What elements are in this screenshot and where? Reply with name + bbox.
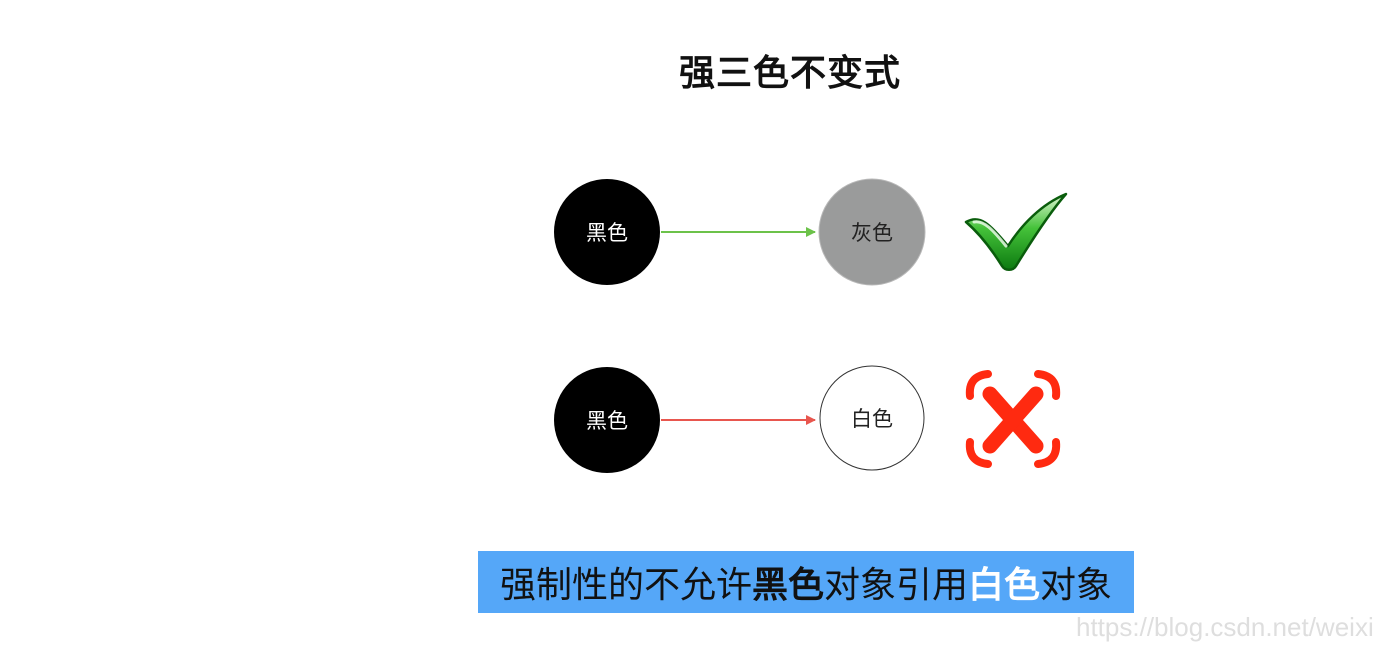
check-icon: [964, 192, 1068, 271]
caption-part3: 对象: [1040, 565, 1113, 606]
caption-black: 黑色: [751, 565, 824, 606]
caption-part1: 强制性的不允许: [499, 565, 752, 606]
watermark: https://blog.csdn.net/weixi: [1076, 612, 1374, 642]
caption-part2: 对象引用: [823, 565, 968, 606]
caption-white: 白色: [968, 565, 1041, 606]
gray-node-label: 灰色: [851, 221, 893, 245]
rule-caption: 强制性的不允许 黑色 对象引用 白色 对象: [478, 551, 1134, 613]
white-node-label: 白色: [851, 407, 893, 431]
cross-icon: [965, 370, 1061, 468]
black-node-1-label: 黑色: [586, 221, 628, 245]
black-node-2-label: 黑色: [586, 409, 628, 433]
